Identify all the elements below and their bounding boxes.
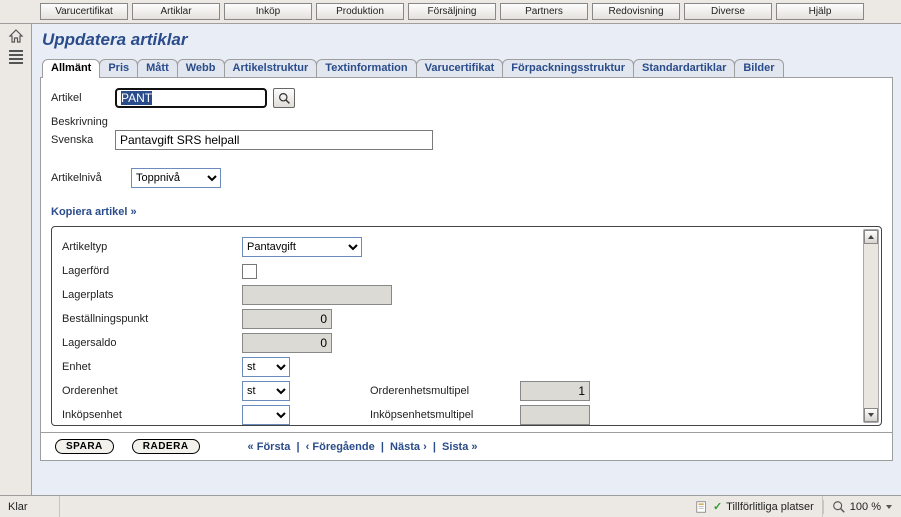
topmenu-försäljning[interactable]: Försäljning [408,3,496,20]
save-button[interactable]: SPARA [55,439,114,454]
tab-allmänt[interactable]: Allmänt [42,59,100,78]
artikelniva-label: Artikelnivå [51,172,131,184]
search-icon [278,92,291,105]
lagersaldo-label: Lagersaldo [62,337,242,349]
lagerplats-label: Lagerplats [62,289,242,301]
status-ready: Klar [0,496,60,517]
grid-row-artikeltyp: ArtikeltypPantavgift [62,235,857,259]
detail-grid: ArtikeltypPantavgiftLagerfördLagerplatsB… [51,226,882,426]
top-menu: VarucertifikatArtiklarInköpProduktionFör… [0,0,901,24]
page-title: Uppdatera artiklar [42,30,893,50]
tab-pris[interactable]: Pris [99,59,138,77]
lookup-button[interactable] [273,88,295,108]
status-trusted: ✓ Tillförlitliga platser [687,496,823,517]
grid-row-lagerford: Lagerförd [62,259,857,283]
pager-prev[interactable]: ‹ Föregående [306,441,375,453]
inkop-col2-field [520,405,590,425]
topmenu-redovisning[interactable]: Redovisning [592,3,680,20]
topmenu-produktion[interactable]: Produktion [316,3,404,20]
layout: Uppdatera artiklar AllmäntPrisMåttWebbAr… [0,24,901,495]
artikelniva-select[interactable]: Toppnivå [131,168,221,188]
artikel-input[interactable] [115,88,267,108]
orderenhet-col2-label: Orderenhetsmultipel [370,385,520,397]
svenska-input[interactable] [115,130,433,150]
tab-artikelstruktur[interactable]: Artikelstruktur [224,59,318,77]
grid-row-orderenhet: Orderenhetst Orderenhetsmultipel [62,379,857,403]
inkop-field[interactable] [242,405,290,425]
main-panel: Uppdatera artiklar AllmäntPrisMåttWebbAr… [32,24,901,495]
scroll-down-icon[interactable] [864,408,878,422]
page-icon [695,500,709,514]
scroll-up-icon[interactable] [864,230,878,244]
check-icon: ✓ [713,500,722,513]
kopiera-link[interactable]: Kopiera artikel » [51,206,137,218]
enhet-field[interactable]: st [242,357,290,377]
chevron-down-icon[interactable] [885,503,893,511]
tab-varucertifikat[interactable]: Varucertifikat [416,59,504,77]
pager-next[interactable]: Nästa › [390,441,427,453]
tab-webb[interactable]: Webb [177,59,225,77]
topmenu-artiklar[interactable]: Artiklar [132,3,220,20]
inkop-label: Inköpsenhet [62,409,242,421]
artikeltyp-field[interactable]: Pantavgift [242,237,362,257]
left-gutter [0,24,32,495]
topmenu-hjälp[interactable]: Hjälp [776,3,864,20]
orderenhet-label: Orderenhet [62,385,242,397]
lagerford-field[interactable] [242,264,257,279]
grid-row-enhet: Enhetst [62,355,857,379]
topmenu-diverse[interactable]: Diverse [684,3,772,20]
home-icon[interactable] [8,28,24,44]
svenska-label: Svenska [51,134,115,146]
topmenu-partners[interactable]: Partners [500,3,588,20]
delete-button[interactable]: RADERA [132,439,200,454]
pager-first[interactable]: « Första [248,441,291,453]
topmenu-inköp[interactable]: Inköp [224,3,312,20]
tab-row: AllmäntPrisMåttWebbArtikelstrukturTextin… [40,58,893,78]
tab-förpackningsstruktur[interactable]: Förpackningsstruktur [502,59,634,77]
status-bar: Klar ✓ Tillförlitliga platser 100 % [0,495,901,517]
pager-last[interactable]: Sista » [442,441,477,453]
inkop-col2-label: Inköpsenhetsmultipel [370,409,520,421]
artikel-label: Artikel [51,92,115,104]
enhet-label: Enhet [62,361,242,373]
pager: « Första | ‹ Föregående | Nästa › | Sist… [248,441,478,453]
artikeltyp-label: Artikeltyp [62,241,242,253]
tab-textinformation[interactable]: Textinformation [316,59,416,77]
tab-standardartiklar[interactable]: Standardartiklar [633,59,735,77]
lagersaldo-field [242,333,332,353]
tab-bilder[interactable]: Bilder [734,59,783,77]
action-bar: SPARA RADERA « Första | ‹ Föregående | N… [40,433,893,461]
tab-panel: Artikel Beskrivning Svenska Artikelnivå … [40,78,893,433]
grid-row-bestallningspunkt: Beställningspunkt [62,307,857,331]
topmenu-varucertifikat[interactable]: Varucertifikat [40,3,128,20]
grid-row-lagerplats: Lagerplats [62,283,857,307]
grid-row-lagersaldo: Lagersaldo [62,331,857,355]
bestallningspunkt-label: Beställningspunkt [62,313,242,325]
beskrivning-heading: Beskrivning [51,116,882,128]
grid-scrollbar[interactable] [863,229,879,423]
tab-mått[interactable]: Mått [137,59,178,77]
zoom-icon [832,500,846,514]
menu-icon[interactable] [9,50,23,64]
zoom-control[interactable]: 100 % [823,500,901,514]
lagerford-label: Lagerförd [62,265,242,277]
lagerplats-field [242,285,392,305]
orderenhet-field[interactable]: st [242,381,290,401]
bestallningspunkt-field [242,309,332,329]
grid-row-inkop: Inköpsenhet Inköpsenhetsmultipel [62,403,857,426]
orderenhet-col2-field [520,381,590,401]
